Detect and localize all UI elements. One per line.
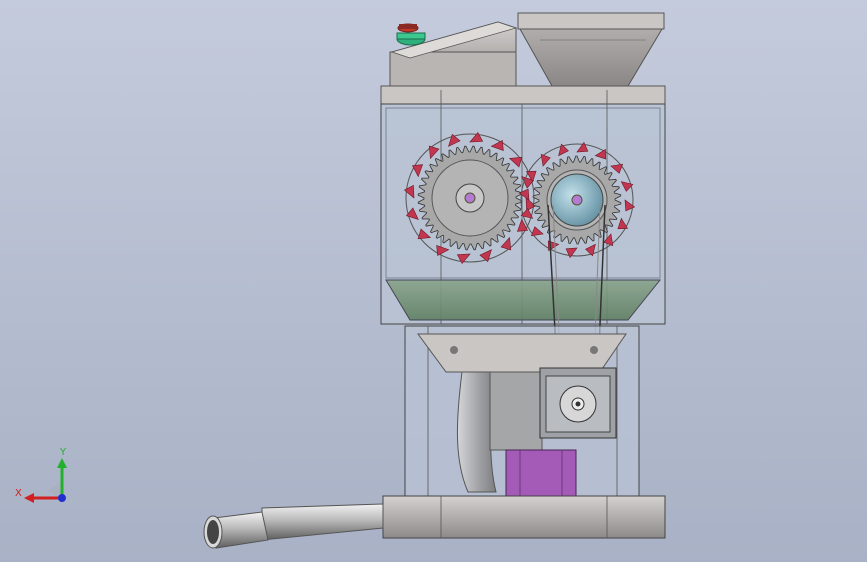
base-plate [382,495,666,539]
cad-model-view[interactable]: Y X [0,0,867,562]
3d-viewport[interactable]: Y X [0,0,867,562]
triad-y-label: Y [59,447,67,458]
discharge-pipe [203,503,384,549]
motor-pulley [559,385,597,423]
feed-hopper [517,12,665,87]
emergency-stop-button[interactable] [396,23,426,46]
coordinate-triad: Y X [15,447,67,503]
triad-x-label: X [15,488,22,499]
collection-tray [385,279,662,321]
